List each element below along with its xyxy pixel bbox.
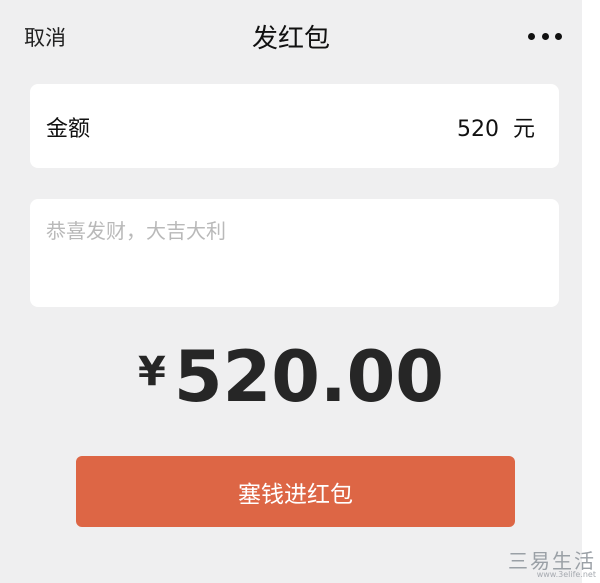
red-packet-screen: 取消 发红包 金额 520 元 ¥520.00 塞钱进红包 [0, 0, 582, 583]
watermark-text: 三易生活 [508, 549, 596, 573]
watermark: 三易生活 www.3elife.net [508, 551, 596, 579]
put-money-button[interactable]: 塞钱进红包 [76, 456, 515, 527]
amount-label: 金额 [46, 117, 91, 142]
more-dot [541, 32, 549, 40]
more-dot [528, 32, 535, 40]
message-card[interactable] [30, 199, 559, 307]
total-amount: ¥520.00 [0, 336, 582, 418]
more-icon[interactable] [528, 31, 562, 41]
amount-value[interactable]: 520 [457, 117, 499, 142]
amount-value-row[interactable]: 520 元 [457, 111, 535, 143]
amount-field[interactable]: 金额 520 元 [30, 84, 559, 168]
navigation-bar: 取消 发红包 [0, 0, 582, 70]
total-value: 520.00 [173, 336, 444, 418]
greeting-input[interactable] [46, 215, 541, 291]
right-margin [582, 0, 600, 583]
currency-symbol: ¥ [138, 349, 166, 395]
page-title: 发红包 [251, 24, 330, 54]
amount-unit: 元 [512, 117, 535, 142]
more-dot [555, 32, 562, 40]
